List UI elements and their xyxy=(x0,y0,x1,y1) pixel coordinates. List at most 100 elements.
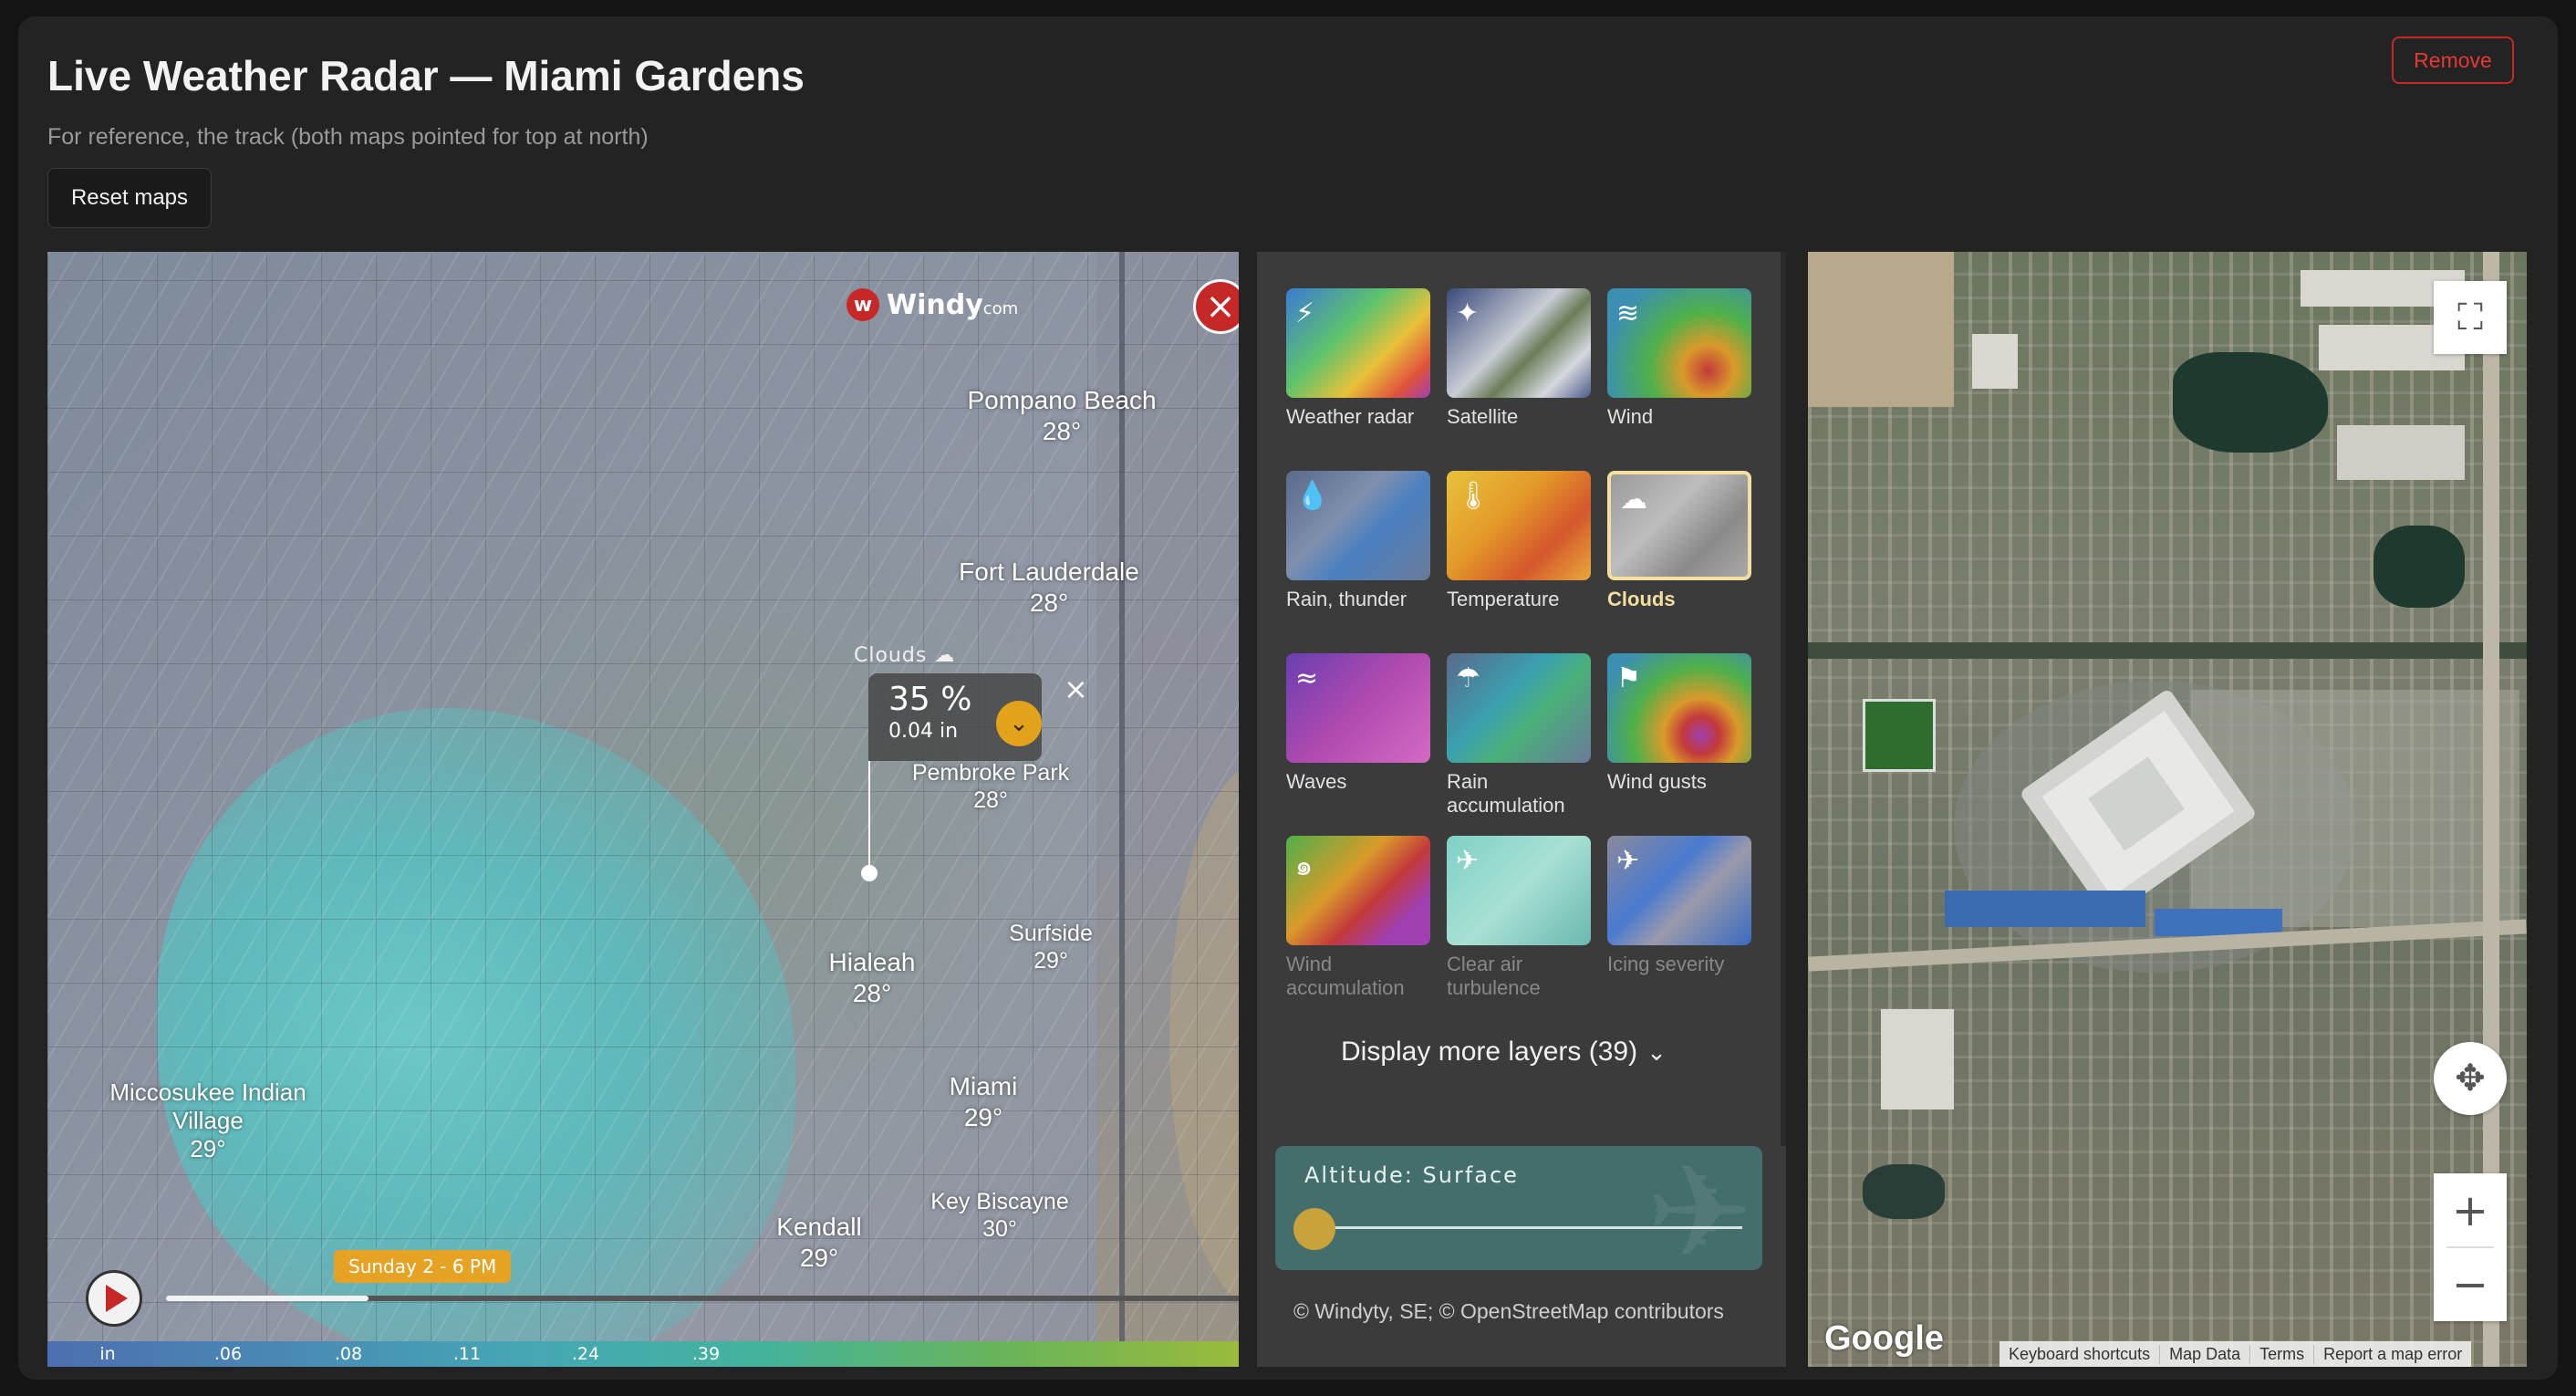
layer-tile-wind-accumulation[interactable]: ๑ Wind accumulation xyxy=(1286,836,1432,1001)
layer-tile-temperature[interactable]: 🌡 Temperature xyxy=(1447,471,1593,611)
city-temp: 29° xyxy=(799,1243,839,1272)
altitude-label: Altitude: Surface xyxy=(1304,1162,1519,1188)
play-button[interactable] xyxy=(86,1270,142,1327)
city-temp: 28° xyxy=(1029,588,1069,617)
layer-tile-wind[interactable]: ≋ Wind xyxy=(1607,288,1753,429)
city-name: Miami xyxy=(949,1072,1018,1100)
altitude-slider-knob[interactable] xyxy=(1293,1208,1335,1250)
map-feature xyxy=(1945,891,2145,927)
plane-icon: ✈ xyxy=(1456,845,1480,877)
radar-icon: ⚡ xyxy=(1295,297,1315,329)
pan-control[interactable]: ✥ xyxy=(2434,1042,2507,1115)
color-scale: in .06 .08 .11 .24 .39 xyxy=(47,1341,1239,1367)
page-subtitle: For reference, the track (both maps poin… xyxy=(47,124,649,150)
city-label: Hialeah 28° xyxy=(829,947,916,1008)
city-label: Miami 29° xyxy=(950,1071,1018,1132)
flag-icon: ⚑ xyxy=(1616,662,1641,694)
map-footer: Keyboard shortcuts Map Data Terms Report… xyxy=(2000,1341,2472,1367)
layer-thumb: 💧 xyxy=(1286,471,1430,580)
map-feature xyxy=(1808,252,1954,407)
map-feature xyxy=(1863,1164,1945,1219)
layer-tile-rain-thunder[interactable]: 💧 Rain, thunder xyxy=(1286,471,1432,611)
zoom-out-button[interactable]: − xyxy=(2434,1247,2507,1321)
layer-tile-weather-radar[interactable]: ⚡ Weather radar xyxy=(1286,288,1432,429)
map-feature xyxy=(2373,526,2465,608)
layer-thumb: ☁ xyxy=(1607,471,1751,580)
layer-tile-waves[interactable]: ≈ Waves xyxy=(1286,653,1432,794)
layer-tile-clear-air-turbulence[interactable]: ✈ Clear air turbulence xyxy=(1447,836,1593,1001)
layer-thumb: ☂ xyxy=(1447,653,1591,763)
windy-logo-text: Windy xyxy=(887,288,983,321)
layer-label: Temperature xyxy=(1447,588,1560,610)
more-layers-label: Display more layers (39) xyxy=(1341,1037,1638,1067)
city-label: Fort Lauderdale 28° xyxy=(959,557,1139,618)
layers-panel: ⚡ Weather radar ✦ Satellite ≋ Wind 💧 Rai… xyxy=(1257,252,1786,1367)
layer-label: Clouds xyxy=(1607,588,1676,610)
city-temp: 28° xyxy=(852,978,892,1007)
fullscreen-button[interactable]: ⛶ xyxy=(2434,281,2507,354)
altitude-slider-track[interactable] xyxy=(1312,1226,1742,1229)
remove-button[interactable]: Remove xyxy=(2392,36,2514,84)
layer-label: Wind gusts xyxy=(1607,770,1707,793)
city-temp: 29° xyxy=(963,1102,1003,1131)
plane-ice-icon: ✈ xyxy=(1616,845,1640,877)
scale-tick: .06 xyxy=(213,1344,243,1364)
scale-tick: in xyxy=(99,1344,116,1364)
layer-thumb: ≋ xyxy=(1607,288,1751,398)
widget-card: Live Weather Radar — Miami Gardens For r… xyxy=(18,16,2558,1380)
picker-pin-dot[interactable] xyxy=(861,865,878,881)
report-map-error-link[interactable]: Report a map error xyxy=(2314,1345,2471,1364)
layer-label: Rain, thunder xyxy=(1286,588,1407,610)
city-label: Key Biscayne 30° xyxy=(930,1188,1068,1243)
layer-tile-wind-gusts[interactable]: ⚑ Wind gusts xyxy=(1607,653,1753,794)
scale-tick: .11 xyxy=(452,1344,482,1364)
layer-tile-clouds[interactable]: ☁ Clouds xyxy=(1607,471,1753,611)
swirl-icon: ๑ xyxy=(1295,850,1314,882)
terms-link[interactable]: Terms xyxy=(2250,1344,2315,1364)
city-label: Pembroke Park 28° xyxy=(912,759,1069,814)
map-feature xyxy=(2337,425,2465,480)
display-more-layers-button[interactable]: Display more layers (39) ⌄ xyxy=(1341,1037,1667,1068)
fullscreen-icon: ⛶ xyxy=(2457,297,2483,339)
cloud-icon: ☁ xyxy=(1620,484,1647,516)
layer-thumb: ⚡ xyxy=(1286,288,1430,398)
layer-label: Clear air turbulence xyxy=(1447,953,1541,1000)
layers-scrollbar[interactable] xyxy=(1781,252,1786,1146)
move-icon: ✥ xyxy=(2455,1057,2486,1099)
timeline-slider[interactable] xyxy=(166,1296,1239,1301)
wind-icon: ≋ xyxy=(1616,297,1640,329)
layer-tile-rain-accumulation[interactable]: ☂ Rain accumulation xyxy=(1447,653,1593,818)
windy-map[interactable]: w Windycom × Pompano Beach 28° Fort Laude… xyxy=(47,252,1239,1367)
google-satellite-map[interactable]: ⛶ ✥ + − Google Keyboard shortcuts Map Da… xyxy=(1808,252,2527,1367)
windy-logo-suffix: com xyxy=(982,298,1019,318)
city-name: Pembroke Park xyxy=(911,760,1070,786)
map-data-link[interactable]: Map Data xyxy=(2160,1344,2251,1364)
picker-pin-line xyxy=(868,761,870,870)
city-temp: 28° xyxy=(1042,416,1082,445)
windy-logo[interactable]: w Windycom xyxy=(847,288,1018,321)
layer-label: Satellite xyxy=(1447,405,1519,428)
city-name-line2: Village xyxy=(172,1107,244,1135)
picker-close-icon[interactable]: × xyxy=(1064,672,1088,706)
city-label: Kendall 29° xyxy=(776,1212,861,1273)
satellite-icon: ✦ xyxy=(1456,297,1480,329)
map-feature xyxy=(1863,699,1936,772)
zoom-control: + − xyxy=(2434,1173,2507,1321)
city-temp: 28° xyxy=(973,787,1008,813)
altitude-control: ✈ Altitude: Surface xyxy=(1275,1146,1762,1270)
reset-maps-button[interactable]: Reset maps xyxy=(47,168,212,228)
chevron-down-icon[interactable]: ⌄ xyxy=(996,701,1042,746)
map-feature xyxy=(1808,642,2527,659)
city-name: Kendall xyxy=(776,1213,862,1241)
map-attribution: © Windyty, SE; © OpenStreetMap contribut… xyxy=(1293,1299,1724,1323)
picker-layer-name: Clouds xyxy=(854,644,928,667)
layer-tile-satellite[interactable]: ✦ Satellite xyxy=(1447,288,1593,429)
city-name: Pompano Beach xyxy=(967,386,1157,414)
raindrop-icon: 💧 xyxy=(1295,480,1330,512)
city-name: Hialeah xyxy=(828,948,916,976)
keyboard-shortcuts-link[interactable]: Keyboard shortcuts xyxy=(2000,1344,2161,1364)
page-title: Live Weather Radar — Miami Gardens xyxy=(47,52,805,99)
zoom-in-button[interactable]: + xyxy=(2434,1173,2507,1247)
layer-tile-icing-severity[interactable]: ✈ Icing severity xyxy=(1607,836,1753,976)
map-feature xyxy=(1881,1009,1954,1110)
